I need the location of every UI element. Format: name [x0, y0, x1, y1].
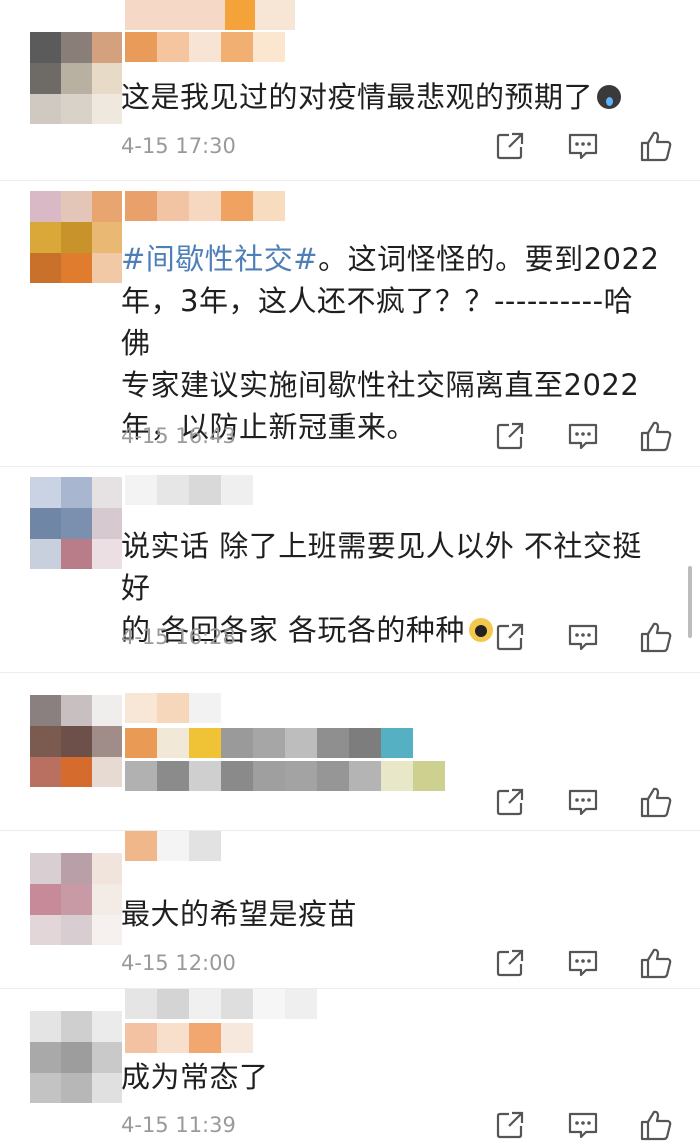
share-icon[interactable]: [493, 1108, 527, 1142]
share-icon[interactable]: [493, 946, 527, 980]
comment-item: 这是我见过的对疫情最悲观的预期了 4-15 17:30: [0, 0, 700, 180]
avatar[interactable]: [30, 477, 122, 569]
scrollbar[interactable]: [688, 566, 692, 638]
username-blurred[interactable]: [125, 32, 295, 62]
username-blurred[interactable]: [125, 191, 290, 221]
avatar[interactable]: [30, 191, 122, 283]
username-blurred[interactable]: [125, 475, 255, 505]
comment-icon[interactable]: [566, 785, 600, 819]
share-icon[interactable]: [493, 129, 527, 163]
comment-item: 说实话 除了上班需要见人以外 不社交挺好 的 各回各家 各玩各的种种 4-15 …: [0, 467, 700, 672]
like-icon[interactable]: [639, 620, 673, 654]
username-blurred[interactable]: [125, 1023, 255, 1053]
blurred-content: [125, 728, 415, 758]
comment-text: 这是我见过的对疫情最悲观的预期了: [121, 76, 661, 118]
like-icon[interactable]: [639, 946, 673, 980]
share-icon[interactable]: [493, 419, 527, 453]
comment-icon[interactable]: [566, 1108, 600, 1142]
comment-timestamp: 4-15 11:39: [121, 1113, 236, 1137]
avatar[interactable]: [30, 1011, 122, 1103]
comment-icon[interactable]: [566, 620, 600, 654]
comment-timestamp: 4-15 17:30: [121, 134, 236, 158]
avatar[interactable]: [30, 32, 122, 124]
share-icon[interactable]: [493, 620, 527, 654]
comment-timestamp: 4-15 12:00: [121, 951, 236, 975]
blurred-content: [125, 693, 235, 723]
comment-text: #间歇性社交#。这词怪怪的。要到2022 年，3年，这人还不疯了？？------…: [121, 242, 660, 444]
avatar[interactable]: [30, 695, 122, 787]
username-blurred[interactable]: [125, 0, 295, 30]
comment-item: #间歇性社交#。这词怪怪的。要到2022 年，3年，这人还不疯了？？------…: [0, 181, 700, 466]
username-blurred[interactable]: [125, 831, 225, 861]
comment-icon[interactable]: [566, 419, 600, 453]
blurred-content: [125, 761, 445, 791]
like-icon[interactable]: [639, 419, 673, 453]
like-icon[interactable]: [639, 1108, 673, 1142]
comment-text: 成为常态了: [121, 1060, 269, 1094]
comment-item: 最大的希望是疫苗 4-15 12:00: [0, 831, 700, 988]
comment-timestamp: 4-15 16:43: [121, 424, 236, 448]
shocked-emoji-icon: [468, 618, 493, 642]
username-blurred[interactable]: [125, 989, 320, 1019]
like-icon[interactable]: [639, 785, 673, 819]
comment-icon[interactable]: [566, 946, 600, 980]
comment-item: [0, 673, 700, 830]
share-icon[interactable]: [493, 785, 527, 819]
comment-text: 最大的希望是疫苗: [121, 897, 358, 931]
crying-emoji-icon: [597, 85, 622, 109]
like-icon[interactable]: [639, 129, 673, 163]
avatar[interactable]: [30, 853, 122, 945]
hashtag-link[interactable]: #间歇性社交#: [121, 242, 318, 276]
comment-icon[interactable]: [566, 129, 600, 163]
comment-timestamp: 4-15 16:28: [121, 625, 236, 649]
comment-item: 成为常态了 4-15 11:39: [0, 989, 700, 1139]
